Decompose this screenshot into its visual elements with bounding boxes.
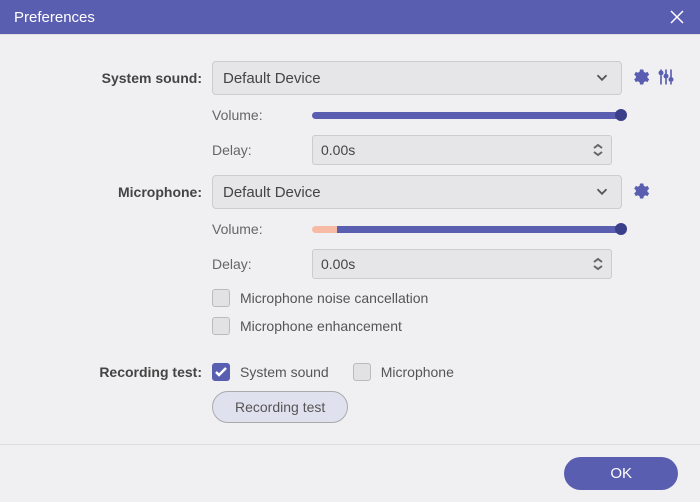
microphone-label: Microphone: bbox=[14, 184, 212, 200]
system-sound-label: System sound: bbox=[14, 70, 212, 86]
titlebar: Preferences bbox=[0, 0, 700, 34]
mic-delay-spinner[interactable]: 0.00s bbox=[312, 249, 612, 279]
mic-volume-label: Volume: bbox=[212, 221, 312, 237]
test-microphone-label: Microphone bbox=[381, 364, 454, 380]
microphone-device-select[interactable]: Default Device bbox=[212, 175, 622, 209]
gear-icon[interactable] bbox=[630, 181, 650, 204]
system-delay-label: Delay: bbox=[212, 142, 312, 158]
window-title: Preferences bbox=[14, 9, 95, 26]
content: System sound: Default Device Volume: D bbox=[0, 34, 700, 443]
test-microphone-checkbox[interactable] bbox=[353, 363, 371, 381]
gear-icon[interactable] bbox=[630, 67, 650, 90]
mic-volume-slider[interactable] bbox=[312, 219, 622, 239]
recording-test-label: Recording test: bbox=[14, 364, 212, 380]
recording-test-button[interactable]: Recording test bbox=[212, 391, 348, 423]
system-delay-spinner[interactable]: 0.00s bbox=[312, 135, 612, 165]
enhancement-checkbox[interactable] bbox=[212, 317, 230, 335]
system-volume-label: Volume: bbox=[212, 107, 312, 123]
chevron-up-icon[interactable] bbox=[593, 257, 603, 264]
close-icon[interactable] bbox=[668, 8, 686, 26]
system-volume-slider[interactable] bbox=[312, 105, 622, 125]
system-sound-device-select[interactable]: Default Device bbox=[212, 61, 622, 95]
chevron-up-icon[interactable] bbox=[593, 143, 603, 150]
test-system-sound-label: System sound bbox=[240, 364, 329, 380]
mic-delay-label: Delay: bbox=[212, 256, 312, 272]
noise-cancel-checkbox[interactable] bbox=[212, 289, 230, 307]
ok-button[interactable]: OK bbox=[564, 457, 678, 490]
test-system-sound-checkbox[interactable] bbox=[212, 363, 230, 381]
chevron-down-icon[interactable] bbox=[593, 150, 603, 157]
noise-cancel-label: Microphone noise cancellation bbox=[240, 290, 428, 306]
mixer-icon[interactable] bbox=[656, 67, 676, 90]
chevron-down-icon[interactable] bbox=[593, 264, 603, 271]
enhancement-label: Microphone enhancement bbox=[240, 318, 402, 334]
footer: OK bbox=[0, 444, 700, 502]
